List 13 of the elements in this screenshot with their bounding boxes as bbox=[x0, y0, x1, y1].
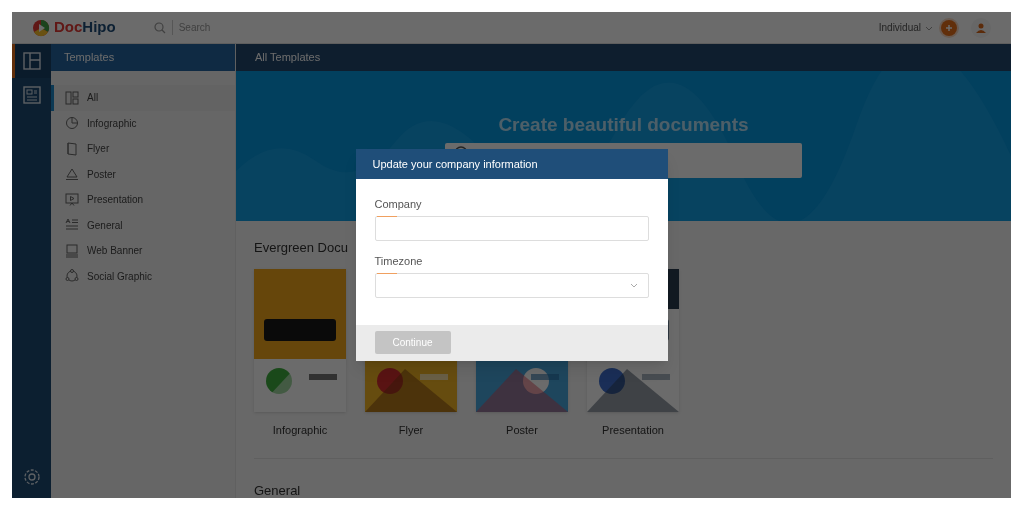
page-title-bar: All Templates bbox=[236, 44, 1011, 71]
card-label: Infographic bbox=[272, 423, 328, 438]
section-title: General bbox=[254, 483, 302, 497]
card-label: Poster bbox=[506, 423, 538, 438]
logo-text: DocHipo bbox=[54, 17, 116, 38]
dialog-title: Update your company information bbox=[355, 149, 668, 180]
section-title: Evergreen Docu bbox=[254, 241, 349, 254]
sidebar-header: Templates bbox=[51, 44, 235, 71]
field-label: Company bbox=[374, 197, 423, 213]
banner-heading: Create beautiful documents bbox=[498, 113, 749, 137]
field-label: Timezone bbox=[374, 254, 424, 270]
card-label: Flyer bbox=[398, 423, 424, 438]
card-label: Presentation bbox=[602, 423, 664, 438]
